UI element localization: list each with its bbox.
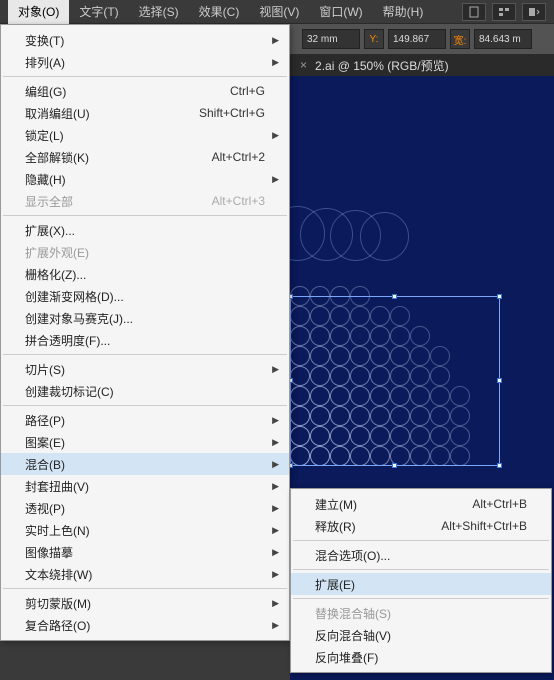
layout-icon[interactable] <box>522 3 546 21</box>
menu-item[interactable]: 路径(P) <box>1 409 289 431</box>
x-value[interactable]: 32 mm <box>302 29 360 49</box>
object-menu-dropdown: 变换(T)排列(A) 编组(G)Ctrl+G取消编组(U)Shift+Ctrl+G… <box>0 24 290 641</box>
tab-title[interactable]: 2.ai @ 150% (RGB/预览) <box>315 57 449 74</box>
menu-item[interactable]: 锁定(L) <box>1 124 289 146</box>
menu-item[interactable]: 创建渐变网格(D)... <box>1 285 289 307</box>
menu-item[interactable]: 创建对象马赛克(J)... <box>1 307 289 329</box>
selection-handle[interactable] <box>497 378 502 383</box>
menu-item[interactable]: 释放(R)Alt+Shift+Ctrl+B <box>291 515 551 537</box>
menu-item[interactable]: 文本绕排(W) <box>1 563 289 585</box>
menu-item[interactable]: 建立(M)Alt+Ctrl+B <box>291 493 551 515</box>
menu-help[interactable]: 帮助(H) <box>373 0 434 24</box>
selection-box <box>290 296 500 466</box>
menubar: 对象(O) 文字(T) 选择(S) 效果(C) 视图(V) 窗口(W) 帮助(H… <box>0 0 554 24</box>
menu-item[interactable]: 全部解锁(K)Alt+Ctrl+2 <box>1 146 289 168</box>
selection-handle[interactable] <box>392 294 397 299</box>
menu-item[interactable]: 排列(A) <box>1 51 289 73</box>
w-label: 宽: <box>450 29 470 49</box>
menu-item[interactable]: 切片(S) <box>1 358 289 380</box>
menu-view[interactable]: 视图(V) <box>249 0 309 24</box>
menu-item[interactable]: 扩展外观(E) <box>1 241 289 263</box>
menu-item[interactable]: 反向堆叠(F) <box>291 646 551 668</box>
menu-item[interactable]: 显示全部Alt+Ctrl+3 <box>1 190 289 212</box>
w-value[interactable]: 84.643 m <box>474 29 532 49</box>
menu-object[interactable]: 对象(O) <box>8 0 69 24</box>
menu-item[interactable]: 图案(E) <box>1 431 289 453</box>
menu-item[interactable]: 扩展(E) <box>291 573 551 595</box>
menu-item[interactable]: 栅格化(Z)... <box>1 263 289 285</box>
y-label: Y: <box>364 29 384 49</box>
selection-handle[interactable] <box>392 463 397 468</box>
menu-item[interactable]: 扩展(X)... <box>1 219 289 241</box>
menu-item[interactable]: 编组(G)Ctrl+G <box>1 80 289 102</box>
menu-select[interactable]: 选择(S) <box>129 0 189 24</box>
menu-item[interactable]: 创建裁切标记(C) <box>1 380 289 402</box>
grid-icon[interactable] <box>492 3 516 21</box>
menu-item[interactable]: 拼合透明度(F)... <box>1 329 289 351</box>
menu-item[interactable]: 透视(P) <box>1 497 289 519</box>
menu-item[interactable]: 剪切蒙版(M) <box>1 592 289 614</box>
menu-window[interactable]: 窗口(W) <box>309 0 372 24</box>
selection-handle[interactable] <box>497 463 502 468</box>
menu-item[interactable]: 封套扭曲(V) <box>1 475 289 497</box>
menu-item[interactable]: 复合路径(O) <box>1 614 289 636</box>
menu-item[interactable]: 变换(T) <box>1 29 289 51</box>
tab-close-icon[interactable]: × <box>300 58 307 72</box>
menu-item[interactable]: 反向混合轴(V) <box>291 624 551 646</box>
blend-submenu: 建立(M)Alt+Ctrl+B释放(R)Alt+Shift+Ctrl+B 混合选项… <box>290 488 552 673</box>
menu-item[interactable]: 图像描摹 <box>1 541 289 563</box>
menu-item[interactable]: 替换混合轴(S) <box>291 602 551 624</box>
menu-item[interactable]: 混合选项(O)... <box>291 544 551 566</box>
y-value[interactable]: 149.867 <box>388 29 446 49</box>
menu-effect[interactable]: 效果(C) <box>189 0 250 24</box>
menu-text[interactable]: 文字(T) <box>69 0 128 24</box>
selection-handle[interactable] <box>497 294 502 299</box>
menu-right-tools <box>462 3 546 21</box>
menu-item[interactable]: 取消编组(U)Shift+Ctrl+G <box>1 102 289 124</box>
menu-item[interactable]: 实时上色(N) <box>1 519 289 541</box>
menu-item[interactable]: 隐藏(H) <box>1 168 289 190</box>
doc-icon[interactable] <box>462 3 486 21</box>
menu-item[interactable]: 混合(B) <box>1 453 289 475</box>
